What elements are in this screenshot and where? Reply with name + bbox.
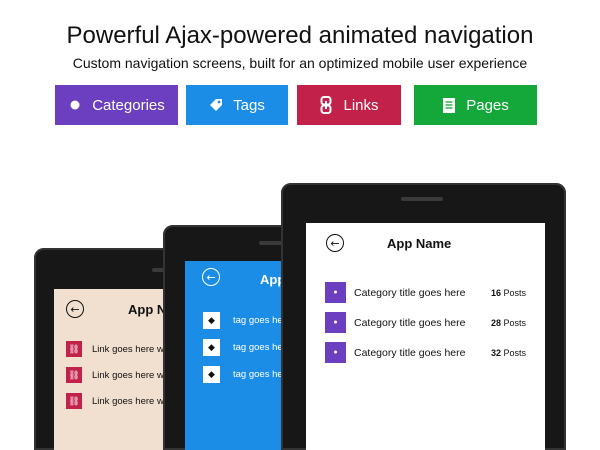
tab-tags[interactable]: Tags [186,85,288,125]
list-item[interactable]: ◆ tag goes he [203,366,283,383]
phone-categories: ← App Name ● Category title goes here 16… [281,183,566,450]
item-label: Category title goes here [354,316,466,329]
tab-links[interactable]: Links [297,85,401,125]
back-arrow-icon[interactable]: ← [326,234,344,252]
item-label: tag goes he [233,315,283,326]
tab-pages[interactable]: Pages [414,85,537,125]
list-item[interactable]: ⛓ Link goes here w [66,341,164,357]
list-item[interactable]: ◆ tag goes he [203,339,283,356]
circle-icon [68,97,82,113]
page-title: Powerful Ajax-powered animated navigatio… [66,22,534,49]
back-arrow-icon[interactable]: ← [202,268,220,286]
category-dot-icon: ● [325,282,346,303]
phone-speaker [401,197,443,201]
category-dot-icon: ● [325,312,346,333]
link-icon: ⛓ [66,367,82,383]
item-label: Category title goes here [354,286,466,299]
tag-icon: ◆ [203,312,220,329]
categories-screen: ← App Name ● Category title goes here 16… [306,223,545,450]
item-label: Link goes here w [92,395,164,407]
item-label: tag goes he [233,342,283,353]
post-count: 16 Posts [490,287,526,298]
category-dot-icon: ● [325,342,346,363]
link-icon: ⛓ [66,341,82,357]
page-icon [442,97,456,113]
item-label: Link goes here w [92,369,164,381]
tab-label: Pages [466,96,509,114]
tab-categories[interactable]: Categories [55,85,178,125]
tab-label: Categories [92,96,165,114]
tag-icon [209,97,223,113]
tag-icon: ◆ [203,339,220,356]
post-count: 32 Posts [490,347,526,358]
app-name: App Name [387,236,452,251]
list-item[interactable]: ⛓ Link goes here w [66,393,164,409]
list-item[interactable]: ● Category title goes here 32 Posts [325,342,545,363]
link-icon: ⛓ [66,393,82,409]
list-item[interactable]: ● Category title goes here 16 Posts [325,282,545,303]
post-count: 28 Posts [490,317,526,328]
tab-label: Tags [233,96,265,114]
list-item[interactable]: ◆ tag goes he [203,312,283,329]
back-arrow-icon[interactable]: ← [66,300,84,318]
item-label: Category title goes here [354,346,466,359]
item-label: Link goes here w [92,343,164,355]
tag-icon: ◆ [203,366,220,383]
item-label: tag goes he [233,369,283,380]
link-icon [319,96,333,114]
app-name: App N [128,302,167,317]
tab-label: Links [343,96,379,114]
list-item[interactable]: ⛓ Link goes here w [66,367,164,383]
page-subtitle: Custom navigation screens, built for an … [72,55,528,71]
list-item[interactable]: ● Category title goes here 28 Posts [325,312,545,333]
